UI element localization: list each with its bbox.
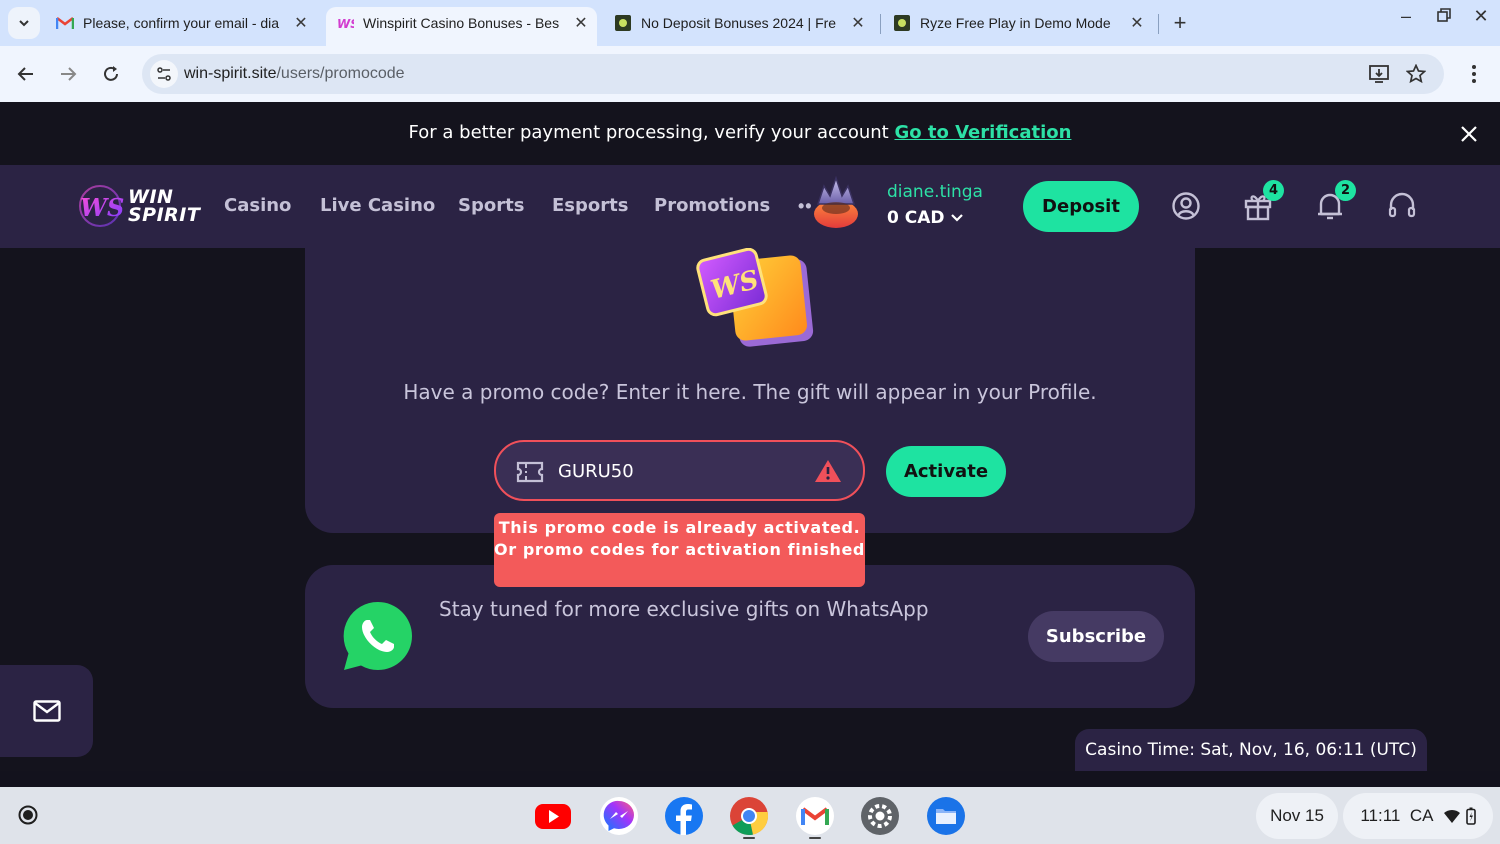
clock-text: 11:11 [1360,806,1401,825]
logo-text: WIN SPIRIT [128,188,201,226]
browser-tabstrip: Please, confirm your email - dia ✕ WS Wi… [0,0,1500,46]
tab-close-icon[interactable]: ✕ [571,13,591,33]
wifi-icon [1443,809,1460,823]
nav-esports[interactable]: Esports [552,195,628,216]
svg-text:WS: WS [337,17,354,31]
minimize-icon[interactable]: – [1393,6,1419,27]
username[interactable]: diane.tinga [887,182,983,202]
reload-button[interactable] [98,61,124,87]
activate-button[interactable]: Activate [886,446,1006,497]
promo-code-input[interactable] [558,456,798,486]
settings-icon[interactable] [860,796,900,836]
logo-line-2: SPIRIT [128,204,201,226]
close-window-icon[interactable]: ✕ [1468,6,1494,27]
new-tab-button[interactable]: + [1168,10,1192,36]
nav-live-casino[interactable]: Live Casino [320,195,435,216]
arrow-left-icon [17,67,33,81]
address-bar[interactable]: win-spirit.site/users/promocode [142,54,1444,94]
tab-title: Please, confirm your email - dia [83,15,280,31]
url-path: /users/promocode [276,65,405,82]
promo-error-message: This promo code is already activated. Or… [494,513,865,587]
gmail-icon[interactable] [795,796,835,836]
reload-icon [104,66,118,81]
headset-support-icon[interactable] [1387,190,1417,222]
launcher-icon[interactable] [10,797,46,833]
os-shelf: Nov 15 11:11 CA [0,787,1500,844]
verification-link[interactable]: Go to Verification [894,122,1071,143]
chevron-down-icon [951,214,964,222]
balance-dropdown[interactable]: 0 CAD [887,208,964,228]
whatsapp-text: Stay tuned for more exclusive gifts on W… [439,597,929,621]
balance-value: 0 CAD [887,208,945,228]
guru-icon [614,14,632,32]
promo-gift-illustration: WS [690,247,818,348]
youtube-icon[interactable] [533,796,573,836]
status-tray[interactable]: 11:11 CA [1343,793,1493,839]
back-button[interactable] [13,61,39,87]
messenger-icon[interactable] [599,796,639,836]
verification-text: For a better payment processing, verify … [0,122,1480,143]
battery-icon [1465,807,1476,825]
region-text: CA [1409,806,1434,825]
tab-no-deposit[interactable]: No Deposit Bonuses 2024 | Fre ✕ [614,8,868,38]
nav-casino[interactable]: Casino [224,195,291,216]
whatsapp-icon[interactable] [342,600,414,672]
install-app-icon[interactable] [1368,63,1390,85]
tab-separator [880,14,881,34]
active-app-indicator [809,837,821,839]
verification-banner: For a better payment processing, verify … [0,102,1500,165]
files-icon[interactable] [926,796,966,836]
avatar[interactable] [810,174,862,232]
date-pill[interactable]: Nov 15 [1256,793,1338,839]
tab-separator [1158,14,1159,34]
nav-sports[interactable]: Sports [458,195,524,216]
tab-search-button[interactable] [8,7,40,39]
tab-winspirit[interactable]: WS Winspirit Casino Bonuses - Bes ✕ [326,7,597,46]
active-app-indicator [743,837,755,839]
notifications-badge: 2 [1335,180,1356,201]
chevron-down-icon [19,20,29,27]
deposit-button[interactable]: Deposit [1023,181,1139,232]
restore-icon[interactable] [1431,6,1457,27]
warning-icon [814,458,842,484]
promo-hint: Have a promo code? Enter it here. The gi… [403,380,1097,404]
tab-gmail[interactable]: Please, confirm your email - dia ✕ [56,8,311,38]
arrow-right-icon [61,67,77,81]
gift-badge: 4 [1263,180,1284,201]
facebook-icon[interactable] [664,796,704,836]
tab-title: Winspirit Casino Bonuses - Bes [363,14,560,31]
verification-message: For a better payment processing, verify … [408,122,895,143]
chrome-icon[interactable] [729,796,769,836]
date-text: Nov 15 [1270,806,1324,825]
tab-close-icon[interactable]: ✕ [291,13,311,33]
tab-ryze[interactable]: Ryze Free Play in Demo Mode ✕ [893,8,1147,38]
mail-icon [32,700,61,722]
bookmark-star-icon[interactable] [1405,63,1427,85]
banner-close-icon[interactable] [1458,123,1480,145]
subscribe-button[interactable]: Subscribe [1028,611,1164,662]
url-host: win-spirit.site [184,65,277,82]
tab-title: Ryze Free Play in Demo Mode [920,15,1111,31]
svg-text:WS: WS [80,193,124,222]
guru-icon [893,14,911,32]
profile-icon[interactable] [1171,190,1201,222]
forward-button[interactable] [55,61,81,87]
tab-close-icon[interactable]: ✕ [1127,13,1147,33]
tab-close-icon[interactable]: ✕ [848,13,868,33]
promo-code-field[interactable] [494,440,865,501]
tab-title: No Deposit Bonuses 2024 | Fre [641,15,837,31]
contact-mail-button[interactable] [0,665,93,757]
nav-promotions[interactable]: Promotions [654,195,770,216]
winspirit-icon: WS [336,14,354,32]
url-text: win-spirit.site/users/promocode [184,65,405,83]
casino-time: Casino Time: Sat, Nov, 16, 06:11 (UTC) [1075,729,1427,771]
ticket-icon [516,460,544,484]
browser-toolbar: win-spirit.site/users/promocode [0,46,1500,102]
gmail-icon [56,14,74,32]
browser-menu-icon[interactable] [1464,61,1484,87]
site-info-icon[interactable] [150,60,178,88]
